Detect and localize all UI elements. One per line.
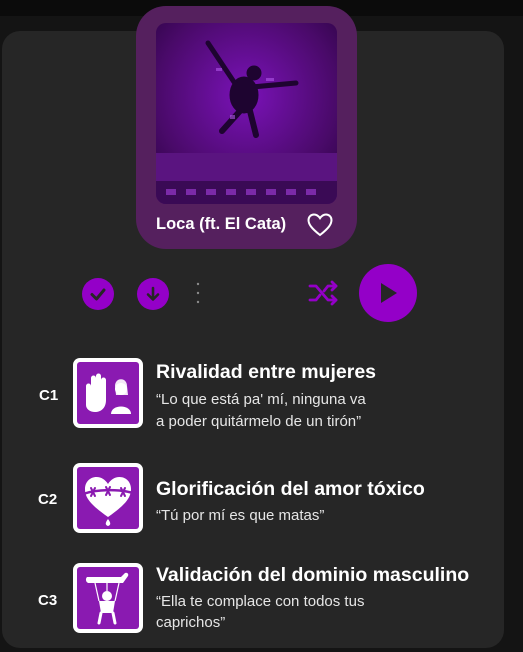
category-title: Glorificación del amor tóxico <box>156 478 425 500</box>
barbed-heart-icon <box>73 463 143 533</box>
category-title: Rivalidad entre mujeres <box>156 361 377 383</box>
like-heart-icon[interactable] <box>307 213 333 237</box>
album-card[interactable]: Loca (ft. El Cata) <box>136 6 357 249</box>
more-vertical-icon[interactable] <box>194 281 202 305</box>
play-button[interactable] <box>359 264 417 322</box>
album-cover-image <box>156 23 337 204</box>
category-quote-line: “Lo que está pa' mí, ninguna va <box>156 391 366 408</box>
song-title: Loca (ft. El Cata) <box>156 215 287 233</box>
category-code: C2 <box>38 491 58 508</box>
rivalry-icon <box>73 358 143 428</box>
puppet-icon <box>73 563 143 633</box>
category-quote-line: “Tú por mí es que matas” <box>156 507 325 524</box>
category-title: Validación del dominio masculino <box>156 564 470 586</box>
check-circle-icon[interactable] <box>82 278 114 310</box>
download-circle-icon[interactable] <box>137 278 169 310</box>
category-code: C3 <box>38 592 58 609</box>
category-quote-line: a poder quitármelo de un tirón” <box>156 413 362 430</box>
shuffle-icon[interactable] <box>308 279 340 307</box>
category-code: C1 <box>39 387 59 404</box>
play-icon <box>381 283 397 303</box>
category-quote-line: “Ella te complace con todos tus capricho… <box>156 593 365 631</box>
